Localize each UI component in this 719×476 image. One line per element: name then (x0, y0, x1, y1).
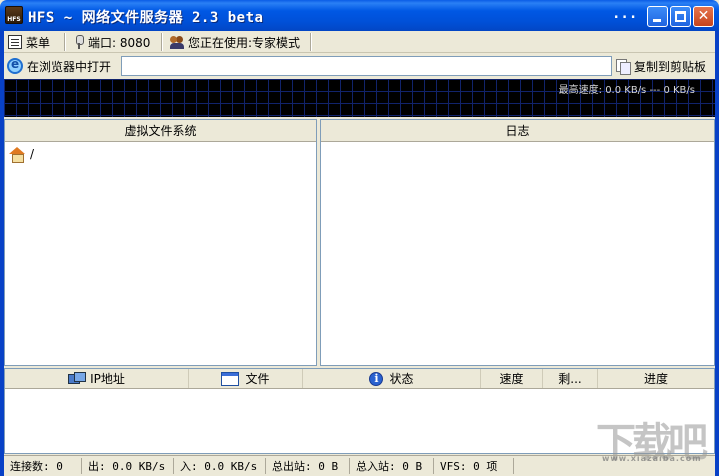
browser-icon (7, 57, 23, 74)
column-remaining-label: 剩... (558, 372, 582, 386)
status-connections: 连接数: 0 (4, 458, 82, 474)
main-toolbar: 菜单 端口: 8080 您正在使用:专家模式 (4, 31, 715, 53)
column-ip-address[interactable]: IP地址 (5, 369, 189, 388)
maximize-icon (675, 11, 686, 22)
column-remaining[interactable]: 剩... (543, 369, 598, 388)
mode-button[interactable]: 您正在使用:专家模式 (170, 33, 300, 51)
vfs-panel[interactable]: 虚拟文件系统 / (4, 119, 317, 366)
copy-to-clipboard-label: 复制到剪贴板 (634, 59, 707, 74)
connections-list[interactable]: IP地址 文件 状态 速度 剩... 进度 (4, 368, 715, 454)
network-icon (68, 371, 87, 386)
title-bar[interactable]: HFS ~ 网络文件服务器 2.3 beta ... ✕ (0, 0, 719, 31)
menu-label: 菜单 (26, 35, 51, 50)
speed-graph-label: 最高速度: 0.0 KB/s --- 0 KB/s (558, 85, 695, 96)
menu-button[interactable]: 菜单 (8, 33, 50, 51)
port-button[interactable]: 端口: 8080 (74, 33, 150, 51)
file-window-icon (221, 371, 240, 386)
column-progress-label: 进度 (643, 372, 668, 386)
info-icon (369, 371, 384, 386)
close-button[interactable]: ✕ (693, 6, 714, 27)
toolbar-separator (310, 33, 312, 51)
toolbar-separator (161, 33, 163, 51)
column-progress[interactable]: 进度 (598, 369, 714, 388)
vfs-root-label: / (30, 147, 35, 161)
home-icon (9, 147, 25, 163)
maximize-button[interactable] (670, 6, 691, 27)
menu-icon (8, 35, 22, 49)
column-speed-label: 速度 (499, 372, 524, 386)
status-bar: 连接数: 0 出: 0.0 KB/s 入: 0.0 KB/s 总出站: 0 B … (4, 455, 715, 476)
speed-graph: 最高速度: 0.0 KB/s --- 0 KB/s (4, 79, 715, 117)
column-speed[interactable]: 速度 (481, 369, 543, 388)
close-icon: ✕ (697, 8, 710, 24)
port-icon (74, 35, 84, 49)
copy-icon (616, 59, 631, 75)
status-total-out: 总出站: 0 B (266, 458, 350, 474)
vfs-root-item[interactable]: / (9, 147, 35, 163)
status-vfs-items: VFS: 0 项 (434, 458, 514, 474)
minimize-button[interactable] (647, 6, 668, 27)
status-out-speed: 出: 0.0 KB/s (82, 458, 174, 474)
minimize-icon (653, 19, 661, 22)
hfs-app-icon[interactable] (5, 6, 23, 24)
status-total-in: 总入站: 0 B (350, 458, 434, 474)
vfs-panel-header: 虚拟文件系统 (5, 120, 316, 142)
open-in-browser-label: 在浏览器中打开 (27, 59, 112, 74)
mode-label: 您正在使用:专家模式 (188, 35, 301, 50)
column-status[interactable]: 状态 (303, 369, 481, 388)
window-title: HFS ~ 网络文件服务器 2.3 beta (28, 10, 264, 26)
column-status-label: 状态 (389, 372, 414, 386)
port-label: 端口: 8080 (88, 35, 151, 50)
log-panel[interactable]: 日志 (320, 119, 715, 366)
open-in-browser-button[interactable]: 在浏览器中打开 (7, 57, 111, 75)
column-file[interactable]: 文件 (189, 369, 303, 388)
copy-to-clipboard-button[interactable]: 复制到剪贴板 (616, 57, 706, 75)
column-ip-label: IP地址 (90, 372, 125, 386)
window-frame-right (715, 31, 719, 476)
column-file-label: 文件 (245, 372, 270, 386)
toolbar-separator (64, 33, 66, 51)
status-in-speed: 入: 0.0 KB/s (174, 458, 266, 474)
url-input[interactable] (121, 56, 612, 76)
connections-header: IP地址 文件 状态 速度 剩... 进度 (5, 369, 714, 389)
browser-bar: 在浏览器中打开 复制到剪贴板 (4, 54, 715, 78)
title-extra-menu[interactable]: ... (612, 6, 637, 22)
users-icon (170, 35, 184, 49)
log-panel-header: 日志 (321, 120, 714, 142)
